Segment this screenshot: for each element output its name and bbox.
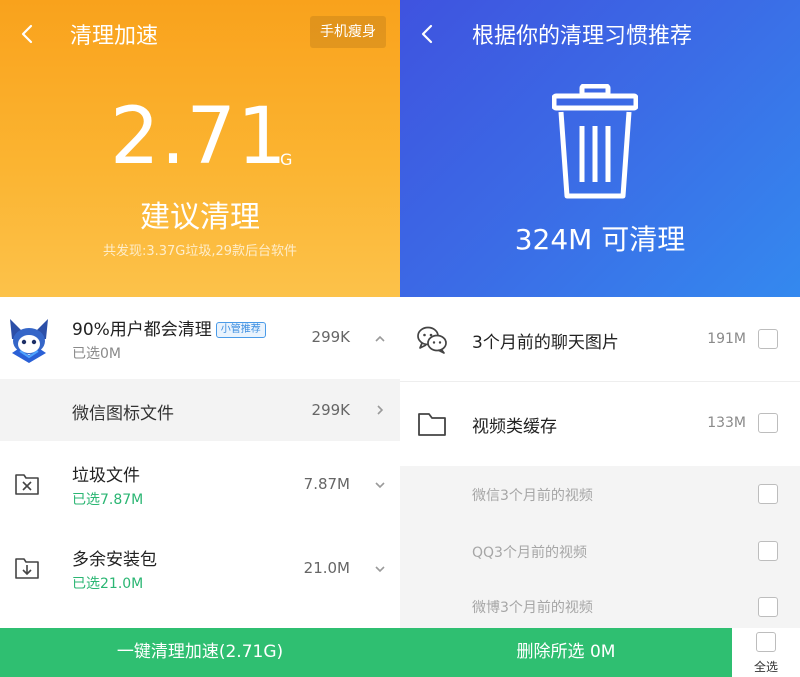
sub-item-name: 微信3个月前的视频 bbox=[472, 488, 593, 504]
select-all-label: 全选 bbox=[753, 660, 778, 674]
sub-item-checkbox[interactable] bbox=[758, 484, 778, 504]
guardian-mascot-icon bbox=[10, 319, 48, 363]
recommend-badge: 小管推荐 bbox=[215, 322, 266, 338]
chat-images-size: 191M bbox=[707, 331, 746, 347]
junk-files-selected: 已选7.87M bbox=[72, 492, 144, 508]
wechat-icon-files-name: 微信图标文件 bbox=[72, 404, 174, 424]
found-summary: 共发现:3.37G垃圾,29款后台软件 bbox=[102, 244, 298, 259]
extra-packages-size: 21.0M bbox=[303, 559, 350, 577]
extra-packages-row[interactable]: 多余安装包 已选21.0M 21.0M bbox=[0, 529, 400, 613]
chevron-up-icon[interactable] bbox=[372, 331, 388, 347]
phone-slim-button[interactable]: 手机瘦身 bbox=[310, 16, 386, 48]
total-junk-value: 2.71 bbox=[110, 92, 288, 182]
recommended-size: 299K bbox=[311, 328, 350, 346]
recommended-group-row[interactable]: 90%用户都会清理 小管推荐 已选0M 299K bbox=[0, 297, 400, 379]
page-title: 根据你的清理习惯推荐 bbox=[472, 24, 693, 49]
extra-packages-name: 多余安装包 bbox=[72, 550, 157, 570]
recommend-header: 根据你的清理习惯推荐 324M 可清理 bbox=[400, 0, 800, 297]
chevron-down-icon[interactable] bbox=[372, 561, 388, 577]
video-cache-size: 133M bbox=[707, 415, 746, 431]
trash-bin-icon bbox=[552, 84, 638, 199]
habit-recommend-screen: 根据你的清理习惯推荐 324M 可清理 3个月前的聊天图片 191M 视频类缓存… bbox=[400, 0, 800, 677]
back-button[interactable] bbox=[14, 20, 42, 48]
junk-files-size: 7.87M bbox=[303, 475, 350, 493]
chevron-down-icon[interactable] bbox=[372, 477, 388, 493]
chat-images-name: 3个月前的聊天图片 bbox=[472, 333, 619, 353]
total-junk-unit: G bbox=[280, 150, 293, 169]
sub-item-name: QQ3个月前的视频 bbox=[472, 545, 587, 561]
video-cache-row[interactable]: 视频类缓存 133M bbox=[400, 382, 800, 466]
summary-header: 清理加速 手机瘦身 2.71 G 建议清理 共发现:3.37G垃圾,29款后台软… bbox=[0, 0, 400, 297]
sub-item-row[interactable]: QQ3个月前的视频 bbox=[400, 523, 800, 580]
wechat-icon bbox=[417, 326, 447, 354]
recommended-selected: 已选0M bbox=[72, 346, 121, 362]
chevron-left-icon bbox=[421, 24, 433, 44]
cleanable-amount: 324M 可清理 bbox=[514, 223, 686, 256]
download-folder-icon bbox=[15, 558, 39, 579]
sub-item-row[interactable]: 微信3个月前的视频 bbox=[400, 466, 800, 523]
select-all-toggle[interactable]: 全选 bbox=[732, 628, 800, 677]
folder-icon bbox=[418, 413, 446, 436]
video-cache-checkbox[interactable] bbox=[758, 413, 778, 433]
chat-images-checkbox[interactable] bbox=[758, 329, 778, 349]
delete-selected-button[interactable]: 删除所选 0M bbox=[400, 628, 732, 677]
extra-packages-selected: 已选21.0M bbox=[72, 576, 144, 592]
cleanup-speedup-screen: 清理加速 手机瘦身 2.71 G 建议清理 共发现:3.37G垃圾,29款后台软… bbox=[0, 0, 400, 677]
one-click-clean-button[interactable]: 一键清理加速(2.71G) bbox=[0, 628, 400, 677]
video-cache-name: 视频类缓存 bbox=[472, 417, 557, 437]
recommended-group-name: 90%用户都会清理 小管推荐 bbox=[72, 315, 266, 340]
junk-files-name: 垃圾文件 bbox=[72, 466, 140, 486]
junk-files-row[interactable]: 垃圾文件 已选7.87M 7.87M bbox=[0, 441, 400, 529]
sub-item-name: 微博3个月前的视频 bbox=[472, 600, 593, 616]
chat-images-row[interactable]: 3个月前的聊天图片 191M bbox=[400, 297, 800, 382]
suggest-label: 建议清理 bbox=[140, 200, 260, 235]
back-button[interactable] bbox=[414, 20, 442, 48]
select-all-checkbox[interactable] bbox=[756, 632, 776, 652]
page-title: 清理加速 bbox=[70, 24, 159, 49]
chevron-left-icon bbox=[21, 24, 33, 44]
sub-item-row[interactable]: 微博3个月前的视频 bbox=[400, 580, 800, 628]
wechat-icon-files-row[interactable]: 微信图标文件 299K bbox=[0, 379, 400, 441]
sub-item-checkbox[interactable] bbox=[758, 597, 778, 617]
delete-file-icon bbox=[15, 474, 39, 495]
sub-item-checkbox[interactable] bbox=[758, 541, 778, 561]
chevron-right-icon bbox=[377, 405, 384, 415]
wechat-icon-files-size: 299K bbox=[311, 401, 350, 419]
